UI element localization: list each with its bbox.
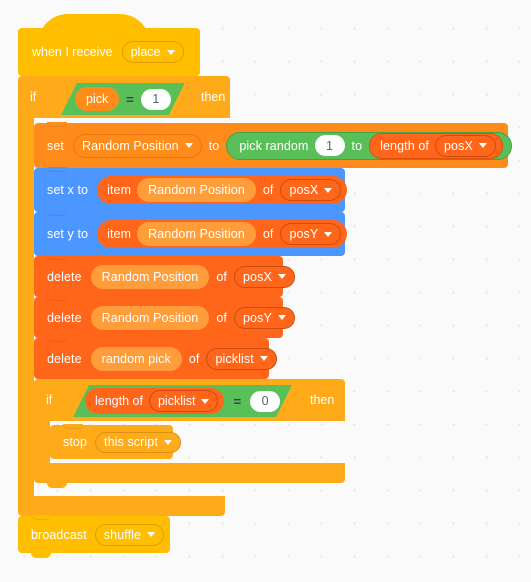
chevron-down-icon (277, 274, 286, 279)
delete-of-label: of (216, 310, 227, 325)
delete-of-label: of (188, 351, 200, 366)
list-dropdown-value: posX (243, 269, 272, 284)
equals-operator-block-inner[interactable]: length of picklist = 0 (73, 385, 292, 417)
delete-label: delete (47, 351, 82, 366)
delete-label: delete (47, 269, 82, 284)
message-dropdown-value: place (130, 45, 161, 59)
broadcast-message-value: shuffle (103, 527, 142, 542)
stop-block[interactable]: stop this script (50, 424, 181, 459)
if-outer-then-label: then (201, 90, 226, 104)
chevron-down-icon (166, 49, 175, 55)
list-dropdown-posy[interactable]: posY (280, 223, 342, 245)
item-of-label: of (262, 183, 274, 197)
if-inner-label: if (46, 393, 53, 407)
list-dropdown-value: posX (289, 183, 319, 197)
item-label: item (107, 183, 132, 197)
list-dropdown-posy[interactable]: posY (234, 306, 295, 329)
if-inner-bottom-bump (47, 483, 67, 488)
chevron-down-icon (324, 231, 333, 237)
list-dropdown-posx[interactable]: posX (234, 265, 295, 288)
set-x-block[interactable]: set x to item Random Position of posX (34, 167, 348, 217)
length-of-label: length of (380, 138, 429, 153)
pick-random-label: pick random (239, 138, 309, 153)
chevron-down-icon (184, 143, 193, 148)
delete-of-list-block-2[interactable]: delete Random Position of posY (34, 296, 295, 343)
variable-pick[interactable]: pick (75, 87, 119, 111)
message-dropdown[interactable]: place (121, 41, 184, 63)
list-dropdown-value: picklist (215, 351, 254, 366)
delete-label: delete (47, 310, 82, 325)
set-variable-label: set (47, 138, 64, 153)
list-dropdown-posx[interactable]: posX (434, 134, 496, 157)
equals-right-input[interactable]: 0 (250, 391, 280, 412)
equals-right-input[interactable]: 1 (141, 89, 171, 110)
variable-dropdown[interactable]: Random Position (72, 133, 202, 158)
variable-random-position[interactable]: Random Position (137, 222, 256, 246)
list-dropdown-value: picklist (157, 394, 196, 408)
scratch-workspace-canvas[interactable]: when I receive place if pick = 1 then se… (0, 0, 531, 582)
delete-of-label: of (216, 269, 227, 284)
if-outer-label: if (30, 90, 37, 104)
if-inner-then-label: then (310, 393, 335, 407)
equals-sign: = (233, 393, 242, 409)
hat-block-when-i-receive[interactable]: when I receive place (18, 14, 200, 81)
chevron-down-icon (478, 143, 487, 148)
if-outer-left-spine (18, 118, 34, 496)
list-dropdown-value: posY (243, 310, 272, 325)
if-inner-condition[interactable]: length of picklist = 0 (73, 385, 292, 417)
set-variable-block[interactable]: set Random Position to pick random 1 to … (34, 122, 512, 173)
item-of-list-block-y[interactable]: item Random Position of posY (97, 220, 348, 248)
hat-label: when I receive (32, 45, 113, 59)
list-dropdown-picklist[interactable]: picklist (206, 347, 277, 370)
variable-random-position[interactable]: Random Position (90, 305, 210, 330)
set-variable-to-label: to (208, 138, 220, 153)
equals-operator-block[interactable]: pick = 1 (61, 83, 185, 115)
delete-of-list-block-3[interactable]: delete random pick of picklist (34, 337, 277, 384)
list-dropdown-value: posX (443, 138, 473, 153)
list-dropdown-picklist[interactable]: picklist (149, 390, 219, 412)
stop-option-value: this script (104, 435, 158, 449)
variable-random-pick[interactable]: random pick (90, 346, 182, 371)
chevron-down-icon (259, 356, 268, 361)
broadcast-block[interactable]: broadcast shuffle (18, 515, 170, 558)
broadcast-label: broadcast (31, 527, 87, 542)
set-y-block[interactable]: set y to item Random Position of posY (34, 211, 348, 261)
item-of-label: of (262, 227, 274, 241)
stop-option-dropdown[interactable]: this script (95, 431, 181, 453)
chevron-down-icon (201, 399, 209, 404)
broadcast-message-dropdown[interactable]: shuffle (94, 523, 165, 546)
equals-sign: = (126, 91, 134, 107)
if-inner-left-spine (34, 421, 50, 463)
variable-dropdown-value: Random Position (81, 138, 179, 153)
pick-random-block[interactable]: pick random 1 to length of posX (226, 131, 512, 160)
item-of-list-block-x[interactable]: item Random Position of posX (97, 176, 348, 204)
variable-random-position[interactable]: Random Position (137, 178, 256, 202)
length-of-list-block[interactable]: length of posX (369, 132, 503, 159)
chevron-down-icon (324, 187, 333, 193)
delete-of-list-block-1[interactable]: delete Random Position of posX (34, 255, 295, 302)
chevron-down-icon (147, 532, 156, 537)
length-of-label: length of (95, 394, 143, 408)
pick-random-to-label: to (351, 138, 363, 153)
chevron-down-icon (163, 439, 172, 445)
variable-random-position[interactable]: Random Position (90, 264, 210, 289)
if-outer-condition[interactable]: pick = 1 (61, 83, 185, 115)
if-inner-bottom-bar (34, 463, 345, 483)
list-dropdown-posx[interactable]: posX (280, 179, 342, 201)
pick-random-from-input[interactable]: 1 (314, 135, 345, 156)
stop-label: stop (63, 435, 88, 449)
if-outer-bottom-bar (18, 496, 225, 516)
chevron-down-icon (277, 315, 286, 320)
item-label: item (107, 227, 132, 241)
length-of-list-block-inner[interactable]: length of picklist (85, 388, 224, 414)
set-x-label: set x to (47, 183, 89, 197)
list-dropdown-value: posY (289, 227, 319, 241)
set-y-label: set y to (47, 227, 89, 241)
